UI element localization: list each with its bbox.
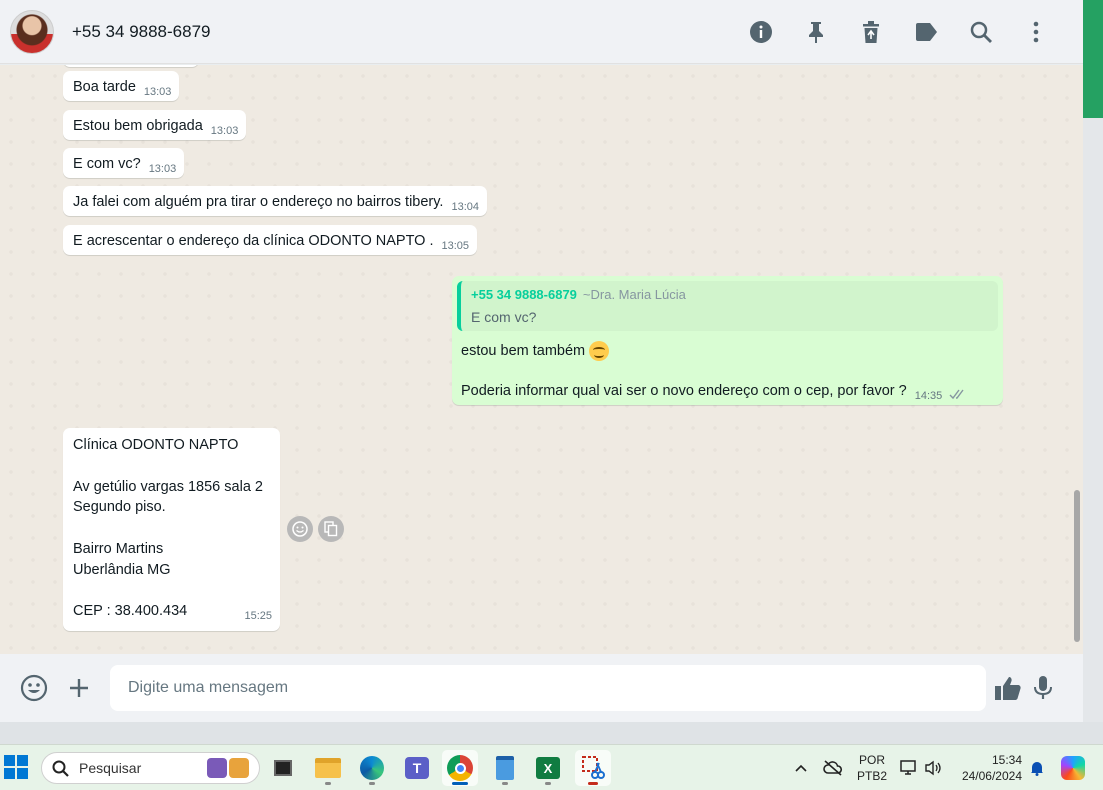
- taskbar-search-label: Pesquisar: [79, 760, 142, 776]
- language-code: POR: [858, 753, 885, 767]
- notification-bell-icon[interactable]: [1026, 745, 1048, 790]
- cloud-offline-icon[interactable]: [820, 745, 846, 790]
- message-time: 13:04: [451, 201, 479, 213]
- window-bottom-edge: [0, 722, 1103, 744]
- message-time: 15:25: [244, 610, 272, 623]
- pin-icon[interactable]: [788, 12, 843, 52]
- network-icon[interactable]: [898, 745, 920, 790]
- windows-start-icon[interactable]: [4, 755, 28, 779]
- window-edge-strip: [1083, 0, 1103, 722]
- smiling-face-emoji-icon: [589, 341, 610, 361]
- quoted-text: E com vc?: [471, 309, 537, 325]
- message-bubble-in[interactable]: E acrescentar o endereço da clínica ODON…: [63, 225, 478, 255]
- copy-button[interactable]: [318, 516, 344, 542]
- clock-time: 15:34: [991, 753, 1022, 767]
- quoted-message[interactable]: +55 34 9888-6879 ~Dra. Maria Lúcia E com …: [457, 281, 998, 331]
- more-options-icon[interactable]: [1008, 12, 1063, 52]
- snipping-tool-icon[interactable]: [575, 750, 611, 786]
- taskbar-search[interactable]: Pesquisar: [41, 752, 260, 784]
- address-line: Segundo piso.: [73, 499, 166, 516]
- message-time: 13:03: [148, 163, 177, 175]
- attach-plus-icon[interactable]: [62, 671, 96, 705]
- message-time: 13:05: [441, 240, 470, 252]
- volume-icon[interactable]: [922, 745, 944, 790]
- search-icon: [52, 760, 69, 777]
- chrome-browser-icon[interactable]: [442, 750, 478, 786]
- file-explorer-icon[interactable]: [310, 750, 346, 786]
- message-time: 13:03: [210, 125, 239, 137]
- message-bubble-in[interactable]: E com vc? 13:03: [63, 148, 185, 178]
- address-line: Bairro Martins: [73, 540, 164, 557]
- task-view-icon[interactable]: [265, 750, 301, 786]
- search-icon[interactable]: [953, 12, 1008, 52]
- quoted-alias: ~Dra. Maria Lúcia: [582, 287, 686, 302]
- search-highlight-icon: [207, 758, 251, 780]
- teams-icon[interactable]: T: [399, 750, 435, 786]
- info-icon[interactable]: [733, 12, 788, 52]
- edge-browser-icon[interactable]: [354, 750, 390, 786]
- address-line: Clínica ODONTO NAPTO: [73, 437, 239, 453]
- message-time: 13:03: [143, 86, 172, 98]
- message-text: Boa tarde: [73, 79, 136, 95]
- message-bubble-partial: [63, 65, 199, 67]
- message-bubble-in[interactable]: Estou bem obrigada 13:03: [63, 110, 247, 140]
- scrollbar-thumb[interactable]: [1074, 490, 1080, 642]
- message-bubble-in[interactable]: Ja falei com alguém pra tirar o endereço…: [63, 186, 487, 216]
- contact-name[interactable]: +55 34 9888-6879: [72, 22, 211, 42]
- message-list[interactable]: Boa tarde 13:03 Estou bem obrigada 13:03 E…: [0, 65, 1083, 654]
- system-clock[interactable]: 15:34 24/06/2024: [952, 745, 1022, 790]
- chat-scrollbar[interactable]: [1073, 65, 1081, 654]
- copilot-icon[interactable]: [1058, 745, 1088, 790]
- quoted-sender: +55 34 9888-6879: [471, 287, 577, 302]
- keyboard-layout: PTB2: [856, 769, 887, 783]
- clock-date: 24/06/2024: [961, 769, 1022, 783]
- message-bubble-out[interactable]: +55 34 9888-6879 ~Dra. Maria Lúcia E com …: [452, 276, 1003, 405]
- contact-avatar[interactable]: [10, 9, 54, 54]
- message-text: Estou bem obrigada: [73, 118, 203, 134]
- thumbs-up-icon[interactable]: [991, 671, 1025, 705]
- label-icon[interactable]: [898, 12, 953, 52]
- message-composer: [0, 654, 1083, 722]
- microphone-icon[interactable]: [1026, 671, 1060, 705]
- input-language-indicator[interactable]: POR PTB2: [852, 745, 892, 790]
- double-check-read-icon: [949, 389, 964, 400]
- delete-icon[interactable]: [843, 12, 898, 52]
- message-bubble-in[interactable]: Boa tarde 13:03: [63, 71, 180, 101]
- show-hidden-icons-chevron-icon[interactable]: [790, 745, 812, 790]
- message-text: Poderia informar qual vai ser o novo end…: [461, 383, 907, 399]
- address-line: CEP : 38.400.434: [73, 603, 188, 620]
- message-text: estou bem também: [461, 342, 586, 359]
- message-text: Ja falei com alguém pra tirar o endereço…: [73, 194, 444, 210]
- react-emoji-button[interactable]: [287, 516, 313, 542]
- os-taskbar: Pesquisar T X POR PTB2 15:34 24/06/2024: [0, 744, 1103, 790]
- address-line: Av getúlio vargas 1856 sala 2: [73, 478, 263, 495]
- message-text: E acrescentar o endereço da clínica ODON…: [73, 233, 434, 249]
- chat-header: +55 34 9888-6879: [0, 0, 1083, 64]
- notepad-icon[interactable]: [487, 750, 523, 786]
- message-input[interactable]: [110, 665, 986, 711]
- address-line: Uberlândia MG: [73, 561, 171, 578]
- message-bubble-in[interactable]: Clínica ODONTO NAPTO Av getúlio vargas 1…: [63, 428, 280, 631]
- emoji-icon[interactable]: [17, 671, 51, 705]
- message-text: E com vc?: [73, 156, 141, 172]
- excel-icon[interactable]: X: [530, 750, 566, 786]
- message-time: 14:35: [914, 390, 943, 402]
- header-actions: [733, 0, 1063, 64]
